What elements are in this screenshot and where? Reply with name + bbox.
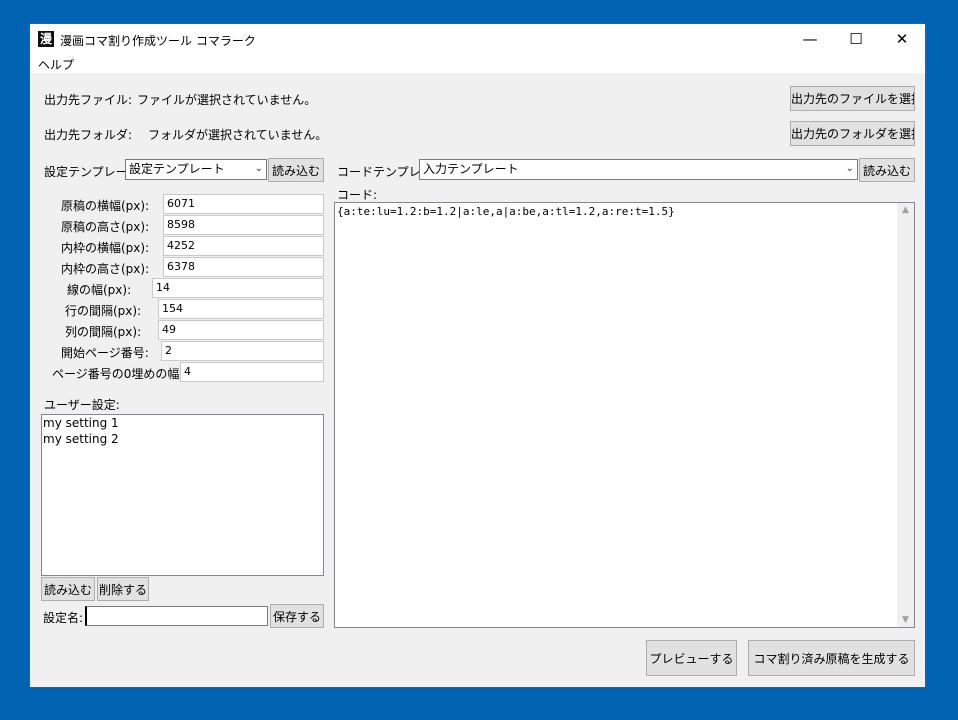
output-folder-label: 出力先フォルダ: bbox=[44, 128, 133, 142]
page-number-padding-input[interactable]: 4 bbox=[180, 362, 324, 382]
user-settings-label: ユーザー設定: bbox=[44, 398, 120, 412]
settings-template-selected: 設定テンプレート bbox=[129, 162, 225, 176]
chevron-down-icon: ⌄ bbox=[845, 163, 854, 174]
user-settings-load-button[interactable]: 読み込む bbox=[41, 577, 95, 601]
output-folder-value: フォルダが選択されていません。 bbox=[148, 128, 328, 142]
inner-frame-height-input[interactable]: 6378 bbox=[163, 257, 324, 277]
field-label: ページ番号の0埋めの幅: bbox=[52, 367, 184, 381]
field-label: 原稿の高さ(px): bbox=[61, 220, 150, 234]
preview-button[interactable]: プレビューする bbox=[646, 640, 737, 676]
field-label: 内枠の横幅(px): bbox=[61, 241, 150, 255]
document-width-input[interactable]: 6071 bbox=[163, 194, 324, 214]
start-page-number-input[interactable]: 2 bbox=[161, 341, 324, 361]
code-template-selected: 入力テンプレート bbox=[423, 162, 519, 176]
menu-help[interactable]: ヘルプ bbox=[38, 56, 74, 73]
field-label: 原稿の横幅(px): bbox=[61, 199, 150, 213]
list-item[interactable]: my setting 1 bbox=[42, 415, 323, 431]
select-output-file-button[interactable]: 出力先のファイルを選択 bbox=[790, 86, 915, 111]
scroll-up-icon[interactable]: ▲ bbox=[897, 205, 914, 215]
code-textarea[interactable]: {a:te:lu=1.2:b=1.2|a:le,a|a:be,a:tl=1.2,… bbox=[334, 202, 915, 628]
output-file-value: ファイルが選択されていません。 bbox=[137, 93, 317, 107]
user-settings-list[interactable]: my setting 1 my setting 2 bbox=[41, 414, 324, 576]
setting-name-input[interactable] bbox=[85, 606, 268, 626]
save-setting-button[interactable]: 保存する bbox=[270, 604, 324, 628]
code-template-select[interactable]: 入力テンプレート ⌄ bbox=[419, 159, 858, 180]
code-label: コード: bbox=[337, 188, 378, 202]
settings-template-select[interactable]: 設定テンプレート ⌄ bbox=[125, 159, 267, 180]
code-template-load-button[interactable]: 読み込む bbox=[859, 158, 915, 182]
field-label: 列の間隔(px): bbox=[65, 325, 142, 339]
app-logo-icon: 漫 bbox=[38, 31, 54, 47]
code-scrollbar[interactable]: ▲ ▼ bbox=[897, 203, 914, 627]
app-window: 漫 漫画コマ割り作成ツール コマラーク — ☐ ✕ ヘルプ 出力先ファイル: フ… bbox=[30, 24, 925, 687]
close-button[interactable]: ✕ bbox=[879, 24, 925, 54]
menu-bar: ヘルプ bbox=[30, 54, 925, 73]
window-title: 漫画コマ割り作成ツール コマラーク bbox=[60, 34, 256, 48]
scroll-down-icon[interactable]: ▼ bbox=[897, 615, 914, 625]
setting-name-label: 設定名: bbox=[43, 611, 84, 625]
field-label: 行の間隔(px): bbox=[65, 304, 142, 318]
field-label: 線の幅(px): bbox=[67, 283, 132, 297]
line-width-input[interactable]: 14 bbox=[152, 278, 324, 298]
list-item[interactable]: my setting 2 bbox=[42, 431, 323, 447]
user-settings-delete-button[interactable]: 削除する bbox=[97, 577, 149, 601]
field-label: 内枠の高さ(px): bbox=[61, 262, 150, 276]
title-bar: 漫 漫画コマ割り作成ツール コマラーク — ☐ ✕ bbox=[30, 24, 925, 54]
output-file-label: 出力先ファイル: bbox=[44, 93, 133, 107]
code-text: {a:te:lu=1.2:b=1.2|a:le,a|a:be,a:tl=1.2,… bbox=[337, 205, 675, 218]
chevron-down-icon: ⌄ bbox=[254, 163, 263, 174]
minimize-button[interactable]: — bbox=[787, 24, 833, 54]
maximize-button[interactable]: ☐ bbox=[833, 24, 879, 54]
select-output-folder-button[interactable]: 出力先のフォルダを選択 bbox=[790, 121, 915, 146]
inner-frame-width-input[interactable]: 4252 bbox=[163, 236, 324, 256]
field-label: 開始ページ番号: bbox=[61, 346, 149, 360]
settings-template-load-button[interactable]: 読み込む bbox=[268, 158, 324, 182]
column-spacing-input[interactable]: 49 bbox=[158, 320, 324, 340]
generate-button[interactable]: コマ割り済み原稿を生成する bbox=[748, 640, 915, 676]
document-height-input[interactable]: 8598 bbox=[163, 215, 324, 235]
row-spacing-input[interactable]: 154 bbox=[158, 299, 324, 319]
